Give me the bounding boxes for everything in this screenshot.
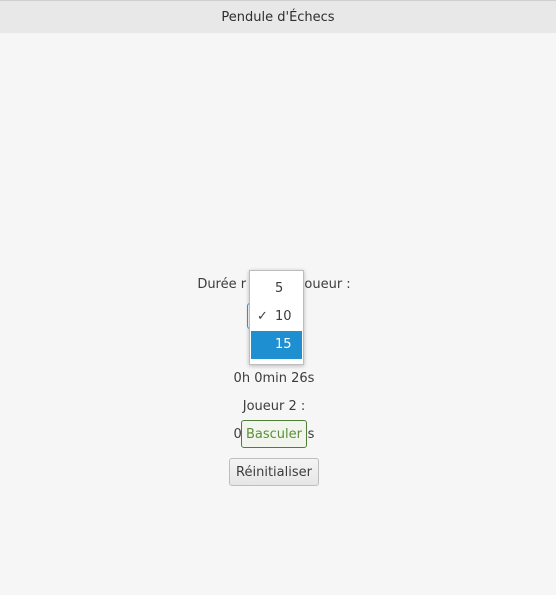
duration-label-left: Durée r [197, 277, 247, 292]
duration-option-5[interactable]: 5 [251, 275, 302, 303]
reset-button[interactable]: Réinitialiser [229, 458, 319, 486]
chess-clock-window: Pendule d'Échecs Durée r oueur : 10 J 0h… [0, 0, 556, 595]
duration-label-right: oueur : [304, 277, 351, 292]
title-bar: Pendule d'Échecs [0, 0, 556, 33]
duration-option-label: 5 [275, 281, 284, 296]
window-title: Pendule d'Échecs [221, 9, 335, 25]
duration-option-10[interactable]: ✓ 10 [251, 303, 302, 331]
duration-option-label: 10 [275, 309, 292, 324]
duration-dropdown-popup: 5 ✓ 10 15 [249, 270, 304, 365]
duration-option-label: 15 [275, 337, 292, 352]
player1-time: 0h 0min 26s [233, 371, 315, 386]
check-icon: ✓ [257, 309, 268, 324]
player2-label: Joueur 2 : [242, 399, 306, 414]
duration-option-15[interactable]: 15 [251, 331, 302, 359]
switch-button[interactable]: Basculer [241, 420, 307, 448]
